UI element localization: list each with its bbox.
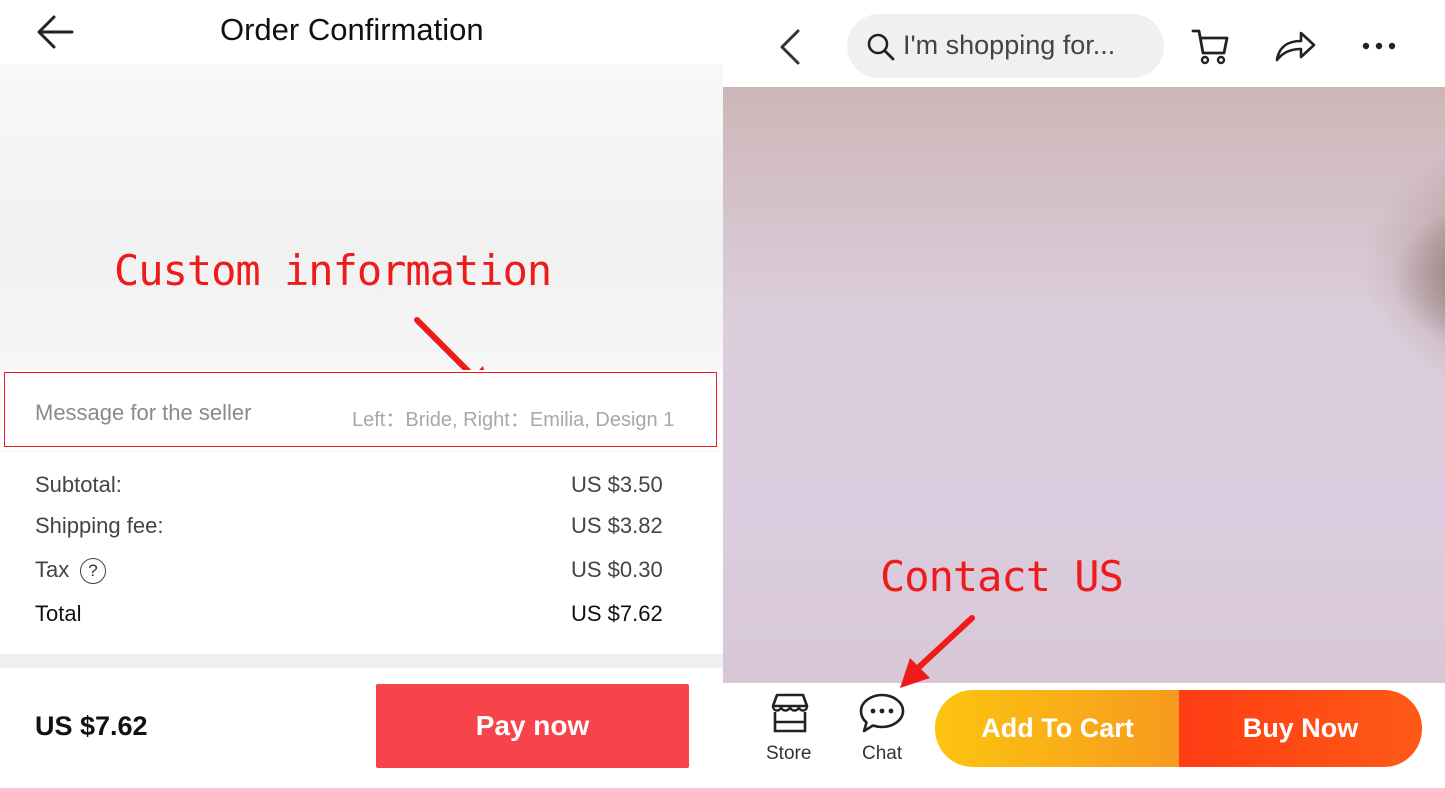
search-input[interactable]: I'm shopping for...	[903, 30, 1115, 61]
blurred-background	[0, 64, 723, 369]
share-icon[interactable]	[1273, 28, 1317, 64]
pay-now-button[interactable]: Pay now	[376, 684, 689, 768]
custom-information-annotation: Custom information	[114, 246, 552, 295]
more-options-icon[interactable]	[1361, 40, 1397, 52]
tax-label: Tax	[35, 557, 70, 582]
tax-value: US $0.30	[571, 557, 663, 582]
seller-message-input[interactable]: Left：Bride, Right：Emilia, Design 1	[352, 403, 674, 432]
tax-help-icon[interactable]: ?	[80, 558, 106, 584]
store-icon[interactable]	[768, 692, 812, 734]
buy-now-button[interactable]: Buy Now	[1179, 690, 1422, 767]
subtotal-value: US $3.50	[571, 472, 663, 497]
subtotal-label: Subtotal:	[35, 472, 122, 497]
section-divider	[0, 654, 723, 668]
cart-icon[interactable]	[1190, 26, 1230, 66]
total-label: Total	[35, 601, 82, 626]
annotation-arrow-icon	[900, 615, 975, 688]
pay-total: US $7.62	[35, 711, 148, 741]
back-arrow-icon[interactable]	[34, 12, 76, 52]
shipping-fee-label: Shipping fee:	[35, 513, 164, 538]
total-value: US $7.62	[571, 601, 663, 626]
search-icon	[867, 33, 895, 61]
add-to-cart-button[interactable]: Add To Cart	[935, 690, 1180, 767]
page-title: Order Confirmation	[220, 12, 484, 47]
seller-message-label: Message for the seller	[35, 400, 252, 425]
chat-icon[interactable]	[858, 692, 906, 734]
back-chevron-icon[interactable]	[776, 28, 804, 66]
chat-label[interactable]: Chat	[862, 743, 902, 765]
store-label[interactable]: Store	[766, 743, 811, 765]
contact-us-annotation: Contact US	[880, 552, 1124, 601]
shipping-fee-value: US $3.82	[571, 513, 663, 538]
